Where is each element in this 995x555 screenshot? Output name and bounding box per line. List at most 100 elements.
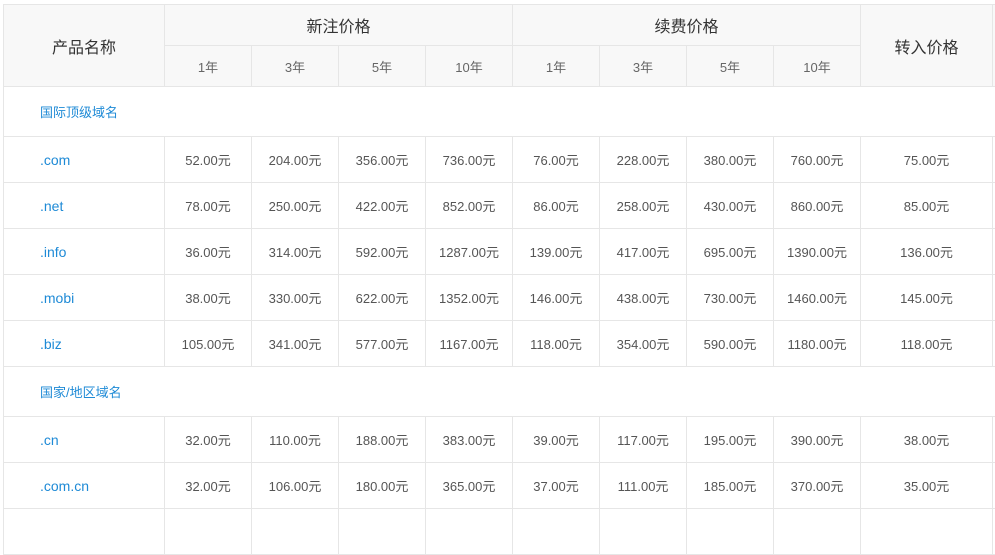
new-price-cell: 356.00元 [339, 137, 426, 183]
renew-price-cell: 760.00元 [774, 137, 861, 183]
header-new-period: 3年 [252, 46, 339, 87]
new-price-cell: 330.00元 [252, 275, 339, 321]
partial-cell [339, 509, 426, 555]
section-title: 国家/地区域名 [4, 367, 995, 417]
partial-cell [252, 509, 339, 555]
domain-link[interactable]: .info [4, 229, 165, 275]
transfer-price-cell: 118.00元 [861, 321, 993, 367]
renew-price-cell: 185.00元 [687, 463, 774, 509]
table-row: .net 78.00元 250.00元 422.00元 852.00元 86.0… [4, 183, 995, 229]
new-price-cell: 188.00元 [339, 417, 426, 463]
renew-price-cell: 430.00元 [687, 183, 774, 229]
renew-price-cell: 380.00元 [687, 137, 774, 183]
table-row: .info 36.00元 314.00元 592.00元 1287.00元 13… [4, 229, 995, 275]
new-price-cell: 105.00元 [165, 321, 252, 367]
new-price-cell: 622.00元 [339, 275, 426, 321]
renew-price-cell: 39.00元 [513, 417, 600, 463]
new-price-cell: 106.00元 [252, 463, 339, 509]
transfer-price-cell: 35.00元 [861, 463, 993, 509]
new-price-cell: 852.00元 [426, 183, 513, 229]
renew-price-cell: 258.00元 [600, 183, 687, 229]
new-price-cell: 38.00元 [165, 275, 252, 321]
renew-price-cell: 730.00元 [687, 275, 774, 321]
partial-cell [861, 509, 993, 555]
partial-cell [687, 509, 774, 555]
renew-price-cell: 860.00元 [774, 183, 861, 229]
header-renew-period: 1年 [513, 46, 600, 87]
new-price-cell: 36.00元 [165, 229, 252, 275]
header-new-price: 新注价格 [165, 5, 513, 46]
renew-price-cell: 1180.00元 [774, 321, 861, 367]
transfer-price-cell: 38.00元 [861, 417, 993, 463]
header-product-name: 产品名称 [4, 5, 165, 87]
new-price-cell: 577.00元 [339, 321, 426, 367]
domain-link[interactable]: .net [4, 183, 165, 229]
renew-price-cell: 37.00元 [513, 463, 600, 509]
transfer-price-cell: 85.00元 [861, 183, 993, 229]
new-price-cell: 422.00元 [339, 183, 426, 229]
transfer-price-cell: 136.00元 [861, 229, 993, 275]
new-price-cell: 314.00元 [252, 229, 339, 275]
new-price-cell: 341.00元 [252, 321, 339, 367]
renew-price-cell: 417.00元 [600, 229, 687, 275]
renew-price-cell: 117.00元 [600, 417, 687, 463]
new-price-cell: 592.00元 [339, 229, 426, 275]
header-new-period: 5年 [339, 46, 426, 87]
header-renew-period: 10年 [774, 46, 861, 87]
renew-price-cell: 590.00元 [687, 321, 774, 367]
renew-price-cell: 86.00元 [513, 183, 600, 229]
new-price-cell: 32.00元 [165, 417, 252, 463]
domain-link[interactable]: .mobi [4, 275, 165, 321]
domain-link[interactable]: .com.cn [4, 463, 165, 509]
price-table-body: 国际顶级域名 .com 52.00元 204.00元 356.00元 736.0… [4, 87, 995, 555]
renew-price-cell: 390.00元 [774, 417, 861, 463]
table-row-partial [4, 509, 995, 555]
section-row: 国际顶级域名 [4, 87, 995, 137]
renew-price-cell: 695.00元 [687, 229, 774, 275]
new-price-cell: 383.00元 [426, 417, 513, 463]
partial-cell [600, 509, 687, 555]
domain-link[interactable]: .cn [4, 417, 165, 463]
renew-price-cell: 139.00元 [513, 229, 600, 275]
transfer-price-cell: 75.00元 [861, 137, 993, 183]
renew-price-cell: 228.00元 [600, 137, 687, 183]
table-row: .com.cn 32.00元 106.00元 180.00元 365.00元 3… [4, 463, 995, 509]
partial-cell [426, 509, 513, 555]
domain-price-table: 产品名称 新注价格 续费价格 转入价格 1年 3年 5年 10年 1年 3年 5… [3, 4, 995, 555]
header-new-period: 10年 [426, 46, 513, 87]
partial-cell [774, 509, 861, 555]
renew-price-cell: 438.00元 [600, 275, 687, 321]
header-new-period: 1年 [165, 46, 252, 87]
new-price-cell: 1352.00元 [426, 275, 513, 321]
new-price-cell: 1167.00元 [426, 321, 513, 367]
header-renew-price: 续费价格 [513, 5, 861, 46]
section-row: 国家/地区域名 [4, 367, 995, 417]
table-row: .cn 32.00元 110.00元 188.00元 383.00元 39.00… [4, 417, 995, 463]
new-price-cell: 32.00元 [165, 463, 252, 509]
table-row: .biz 105.00元 341.00元 577.00元 1167.00元 11… [4, 321, 995, 367]
header-renew-period: 5年 [687, 46, 774, 87]
header-renew-period: 3年 [600, 46, 687, 87]
renew-price-cell: 1390.00元 [774, 229, 861, 275]
new-price-cell: 78.00元 [165, 183, 252, 229]
partial-cell [4, 509, 165, 555]
renew-price-cell: 118.00元 [513, 321, 600, 367]
renew-price-cell: 354.00元 [600, 321, 687, 367]
renew-price-cell: 370.00元 [774, 463, 861, 509]
table-row: .com 52.00元 204.00元 356.00元 736.00元 76.0… [4, 137, 995, 183]
new-price-cell: 250.00元 [252, 183, 339, 229]
new-price-cell: 365.00元 [426, 463, 513, 509]
partial-cell [165, 509, 252, 555]
header-transfer-price: 转入价格 [861, 5, 993, 87]
new-price-cell: 736.00元 [426, 137, 513, 183]
new-price-cell: 180.00元 [339, 463, 426, 509]
partial-cell [513, 509, 600, 555]
new-price-cell: 1287.00元 [426, 229, 513, 275]
new-price-cell: 110.00元 [252, 417, 339, 463]
transfer-price-cell: 145.00元 [861, 275, 993, 321]
renew-price-cell: 111.00元 [600, 463, 687, 509]
domain-link[interactable]: .biz [4, 321, 165, 367]
new-price-cell: 52.00元 [165, 137, 252, 183]
renew-price-cell: 1460.00元 [774, 275, 861, 321]
domain-link[interactable]: .com [4, 137, 165, 183]
